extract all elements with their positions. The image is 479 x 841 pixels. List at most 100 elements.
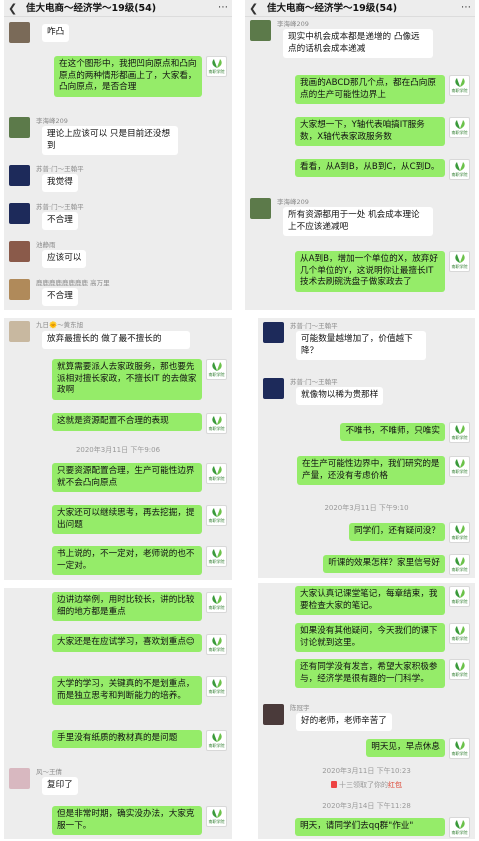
avatar[interactable]: 南职学院: [449, 817, 470, 838]
avatar[interactable]: 南职学院: [449, 159, 470, 180]
avatar[interactable]: 南职学院: [449, 75, 470, 96]
avatar[interactable]: [9, 241, 30, 262]
message-row: 苏普·门～王翰平 就像物以稀为贵那样: [258, 378, 475, 408]
avatar[interactable]: [263, 322, 284, 343]
message-bubble[interactable]: 如果没有其他疑问，今天我们的课下讨论就到这里。: [295, 623, 445, 652]
message-bubble[interactable]: 复印了: [42, 777, 78, 795]
message-bubble[interactable]: 好的老师，老师辛苦了: [296, 713, 392, 731]
avatar[interactable]: [9, 22, 30, 43]
leaf-logo-icon: [211, 362, 222, 371]
message-bubble[interactable]: 边讲边举例，用时比较长，讲的比较细的地方都是重点: [52, 592, 202, 621]
avatar[interactable]: 南职学院: [449, 659, 470, 680]
avatar[interactable]: 南职学院: [449, 422, 470, 443]
avatar[interactable]: 南职学院: [206, 463, 227, 484]
avatar[interactable]: 南职学院: [206, 505, 227, 526]
message-bubble[interactable]: 大家认真记课堂笔记，每章结束，我要检查大家的笔记。: [295, 586, 445, 615]
chevron-left-icon[interactable]: ❮: [249, 1, 258, 16]
logo-text: 南职学院: [451, 567, 468, 572]
message-row: 李海峰209 理论上应该可以 只是目前还没想到: [4, 117, 232, 157]
message-bubble[interactable]: 明天，请同学们去qq群"作业": [295, 818, 445, 836]
message-bubble[interactable]: 在这个图形中，我把凹向原点和凸向原点的两种情形都画上了，大家看，凸向原点，是否合…: [54, 56, 202, 97]
message-bubble[interactable]: 明天见，早点休息: [366, 739, 445, 757]
avatar[interactable]: 南职学院: [206, 592, 227, 613]
message-bubble[interactable]: 理论上应该可以 只是目前还没想到: [42, 126, 178, 155]
sender-name: 苏普·门～王翰平: [36, 203, 84, 211]
avatar[interactable]: [9, 203, 30, 224]
leaf-logo-icon: [211, 733, 222, 742]
message-row: 南职学院 不唯书，不唯师，只唯实: [258, 422, 475, 446]
avatar[interactable]: 南职学院: [449, 522, 470, 543]
message-bubble[interactable]: 现实中机会成本都是递增的 凸像远点的话机会成本递减: [283, 29, 433, 58]
message-bubble[interactable]: 书上说的，不一定对，老师说的也不一定对。: [52, 546, 202, 575]
chevron-left-icon[interactable]: ❮: [8, 1, 17, 16]
message-row: 苏普·门～王翰平 不合理: [4, 203, 232, 233]
leaf-logo-icon: [211, 508, 222, 517]
avatar[interactable]: 南职学院: [449, 738, 470, 759]
message-bubble[interactable]: 从A到B，增加一个单位的X，放弃好几个单位的Y，这说明你让最擅长IT技术去刷碗洗…: [295, 251, 445, 292]
more-dots-icon[interactable]: ⋯: [218, 1, 228, 14]
logo-text: 南职学院: [451, 636, 468, 641]
avatar[interactable]: 南职学院: [449, 117, 470, 138]
message-bubble[interactable]: 同学们，还有疑问没？: [349, 523, 445, 541]
message-bubble[interactable]: 看看，从A到B，从B到C，从C到D。: [295, 159, 445, 177]
avatar[interactable]: 南职学院: [206, 413, 227, 434]
message-bubble[interactable]: 不合理: [42, 288, 78, 306]
chat-panel-6: 南职学院 大家认真记课堂笔记，每章结束，我要检查大家的笔记。 南职学院 如果没有…: [258, 583, 475, 839]
avatar[interactable]: [9, 117, 30, 138]
avatar[interactable]: [9, 165, 30, 186]
sender-name: 李海峰209: [277, 20, 309, 28]
red-packet-icon: [331, 781, 337, 788]
leaf-logo-icon: [454, 589, 465, 598]
message-bubble[interactable]: 放弃最擅长的 做了最不擅长的: [42, 331, 190, 349]
message-bubble[interactable]: 在生产可能性边界中，我们研究的是产量，还没有考虑价格: [297, 456, 445, 485]
message-bubble[interactable]: 就算需要派人去家政服务，那也要先派相对擅长家政，不擅长IT 的去做家政啊: [52, 359, 202, 400]
message-bubble[interactable]: 所有资源都用于一处 机会成本理论上不应该递减吧: [283, 207, 433, 236]
message-bubble[interactable]: 我觉得: [42, 174, 78, 192]
message-bubble[interactable]: 就像物以稀为贵那样: [296, 387, 384, 405]
avatar[interactable]: 南职学院: [449, 251, 470, 272]
message-bubble[interactable]: 大学的学习，关键真的不是划重点，而是独立思考和判断能力的培养。: [52, 676, 202, 705]
message-bubble[interactable]: 但是非常时期，确实没办法，大家克服一下。: [52, 806, 202, 835]
avatar[interactable]: [263, 378, 284, 399]
avatar[interactable]: [9, 279, 30, 300]
message-row: 南职学院 看看，从A到B，从B到C，从C到D。: [245, 159, 475, 191]
message-bubble[interactable]: 听课的效果怎样？家里信号好: [323, 555, 445, 573]
message-bubble[interactable]: 这就是资源配置不合理的表现: [52, 413, 202, 431]
avatar[interactable]: 南职学院: [206, 56, 227, 77]
avatar[interactable]: 南职学院: [449, 586, 470, 607]
message-bubble[interactable]: 应该可以: [42, 250, 87, 268]
message-bubble[interactable]: 大家想一下，Y轴代表咱搞IT服务数，X轴代表家政服务数: [295, 117, 445, 146]
avatar[interactable]: 南职学院: [449, 456, 470, 477]
leaf-logo-icon: [454, 459, 465, 468]
logo-text: 南职学院: [451, 599, 468, 604]
message-bubble[interactable]: 只要资源配置合理，生产可能性边界就不会凸向原点: [52, 463, 202, 492]
more-dots-icon[interactable]: ⋯: [461, 1, 471, 14]
avatar[interactable]: 南职学院: [206, 806, 227, 827]
message-bubble[interactable]: 大家还可以继续思考，再去挖掘，提出问题: [52, 505, 202, 534]
avatar[interactable]: 南职学院: [206, 634, 227, 655]
avatar[interactable]: [9, 321, 30, 342]
sender-name: 陈冠宇: [290, 704, 310, 712]
message-row: 池静雨 应该可以: [4, 241, 232, 271]
avatar[interactable]: 南职学院: [449, 623, 470, 644]
avatar[interactable]: [250, 198, 271, 219]
message-bubble[interactable]: 还有同学没有发言，希望大家积极参与，经济学是很有趣的一门科学。: [295, 659, 445, 688]
message-bubble[interactable]: 可能数量越增加了，价值越下降？: [296, 331, 426, 360]
avatar[interactable]: 南职学院: [206, 359, 227, 380]
avatar[interactable]: 南职学院: [206, 730, 227, 751]
message-bubble[interactable]: 手里没有纸质的教材真的是问题: [52, 730, 202, 748]
red-packet-link[interactable]: 红包: [388, 781, 402, 789]
message-bubble[interactable]: 咋凸: [42, 24, 70, 42]
avatar[interactable]: [263, 704, 284, 725]
logo-text: 南职学院: [208, 743, 225, 748]
message-bubble[interactable]: 大家还是在应试学习，喜欢划重点😊: [52, 634, 202, 652]
avatar[interactable]: [9, 768, 30, 789]
avatar[interactable]: [250, 20, 271, 41]
message-bubble[interactable]: 不合理: [42, 212, 78, 230]
message-bubble[interactable]: 我画的ABCD那几个点，都在凸向原点的生产可能性边界上: [295, 75, 445, 104]
message-bubble[interactable]: 不唯书，不唯师，只唯实: [340, 423, 445, 441]
avatar[interactable]: 南职学院: [449, 554, 470, 575]
avatar[interactable]: 南职学院: [206, 676, 227, 697]
avatar[interactable]: 南职学院: [206, 546, 227, 567]
leaf-logo-icon: [454, 162, 465, 171]
